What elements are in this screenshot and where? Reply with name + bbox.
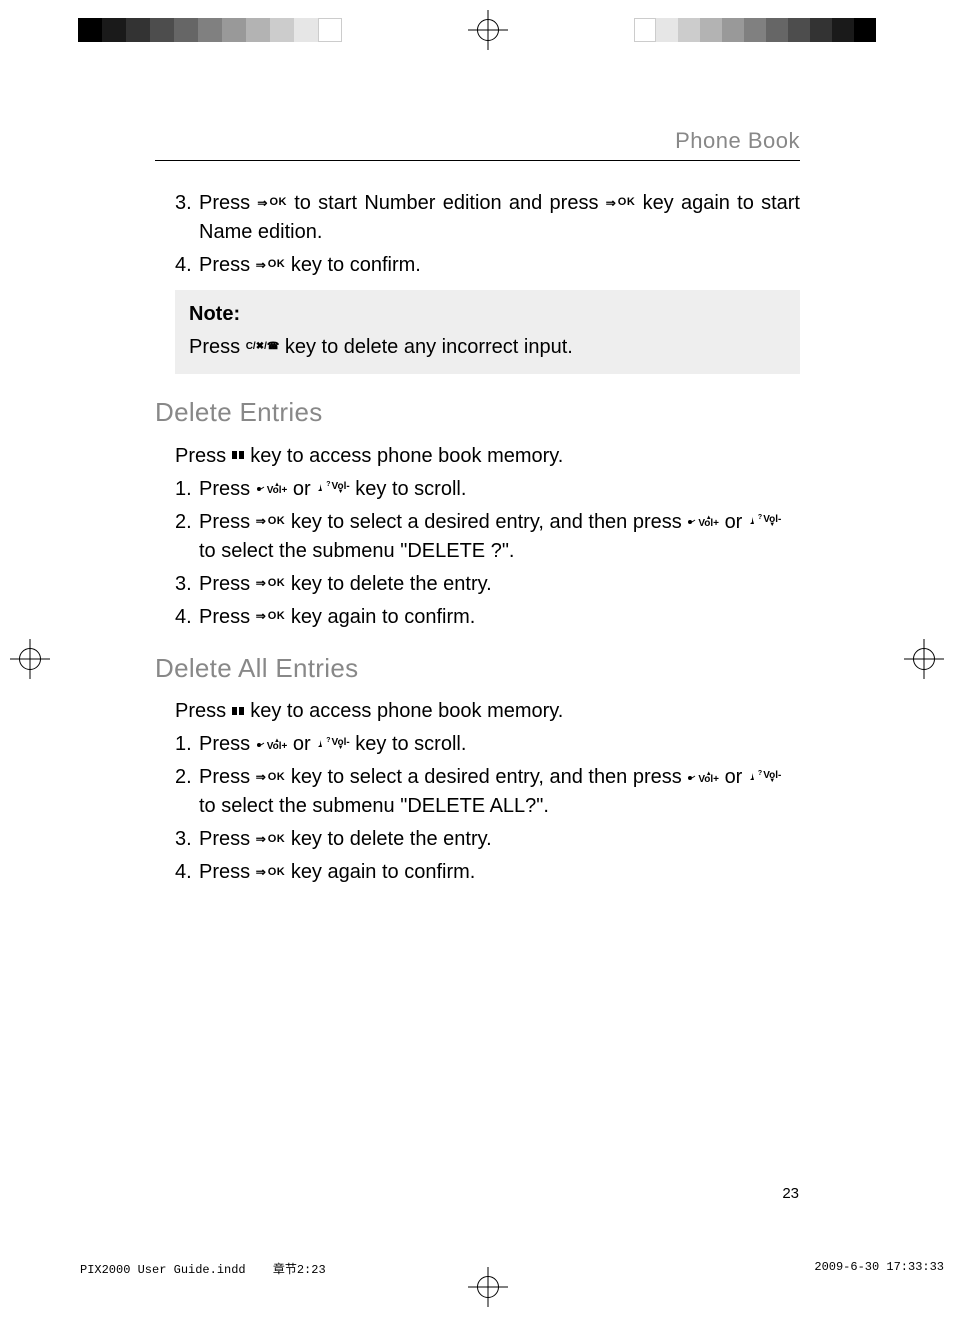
phonebook-key-icon <box>232 707 245 715</box>
vol-up-key-icon: ▲Vol+ <box>687 772 719 783</box>
delete-step-2: 2. Press ⇒OK key to select a desired ent… <box>155 508 800 566</box>
step-3: 3. Press ⇒OK to start Number edition and… <box>155 189 800 247</box>
vol-up-key-icon: ▲Vol+ <box>256 483 288 494</box>
page-content: Phone Book 3. Press ⇒OK to start Number … <box>155 128 800 891</box>
delete-all-step-1: 1. Press ▲Vol+ or ? Vol-▼ key to scroll. <box>155 730 800 759</box>
clear-key-icon: C/✖/☎ <box>246 342 280 352</box>
delete-step-4: 4. Press ⇒OK key again to confirm. <box>155 603 800 632</box>
delete-intro: Press key to access phone book memory. <box>155 442 800 471</box>
heading-delete-entries: Delete Entries <box>155 394 800 432</box>
ok-key-icon: ⇒OK <box>256 610 286 622</box>
delete-all-step-3: 3. Press ⇒OK key to delete the entry. <box>155 825 800 854</box>
page-title: Phone Book <box>155 128 800 161</box>
crosshair-icon <box>468 1267 508 1307</box>
crosshair-right <box>904 639 954 679</box>
ok-key-icon: ⇒OK <box>256 771 286 783</box>
vol-down-key-icon: ? Vol-▼ <box>316 483 349 494</box>
note-box: Note: Press C/✖/☎ key to delete any inco… <box>175 290 800 374</box>
ok-key-icon: ⇒OK <box>256 259 286 271</box>
vol-down-key-icon: ? Vol-▼ <box>748 772 781 783</box>
vol-down-key-icon: ? Vol-▼ <box>316 739 349 750</box>
registration-top <box>0 10 954 50</box>
registration-bottom <box>0 1267 954 1307</box>
delete-step-3: 3. Press ⇒OK key to delete the entry. <box>155 570 800 599</box>
delete-step-1: 1. Press ▲Vol+ or ? Vol-▼ key to scroll. <box>155 475 800 504</box>
ok-key-icon: ⇒OK <box>256 866 286 878</box>
crosshair-icon <box>468 10 508 50</box>
phonebook-key-icon <box>232 451 245 459</box>
note-body: Press C/✖/☎ key to delete any incorrect … <box>189 333 786 362</box>
page-number: 23 <box>782 1185 799 1202</box>
delete-all-step-2: 2. Press ⇒OK key to select a desired ent… <box>155 763 800 821</box>
ok-key-icon: ⇒OK <box>256 833 286 845</box>
vol-up-key-icon: ▲Vol+ <box>256 739 288 750</box>
delete-all-intro: Press key to access phone book memory. <box>155 697 800 726</box>
vol-down-key-icon: ? Vol-▼ <box>748 516 781 527</box>
colorbar-top-right <box>634 18 876 42</box>
heading-delete-all-entries: Delete All Entries <box>155 650 800 688</box>
colorbar-top-left <box>78 18 342 42</box>
ok-key-icon: ⇒OK <box>257 197 287 209</box>
delete-all-step-4: 4. Press ⇒OK key again to confirm. <box>155 858 800 887</box>
crosshair-left <box>0 639 50 679</box>
note-title: Note: <box>189 300 786 329</box>
ok-key-icon: ⇒OK <box>256 577 286 589</box>
ok-key-icon: ⇒OK <box>606 197 636 209</box>
step-4: 4. Press ⇒OK key to confirm. <box>155 251 800 280</box>
vol-up-key-icon: ▲Vol+ <box>687 516 719 527</box>
ok-key-icon: ⇒OK <box>256 515 286 527</box>
